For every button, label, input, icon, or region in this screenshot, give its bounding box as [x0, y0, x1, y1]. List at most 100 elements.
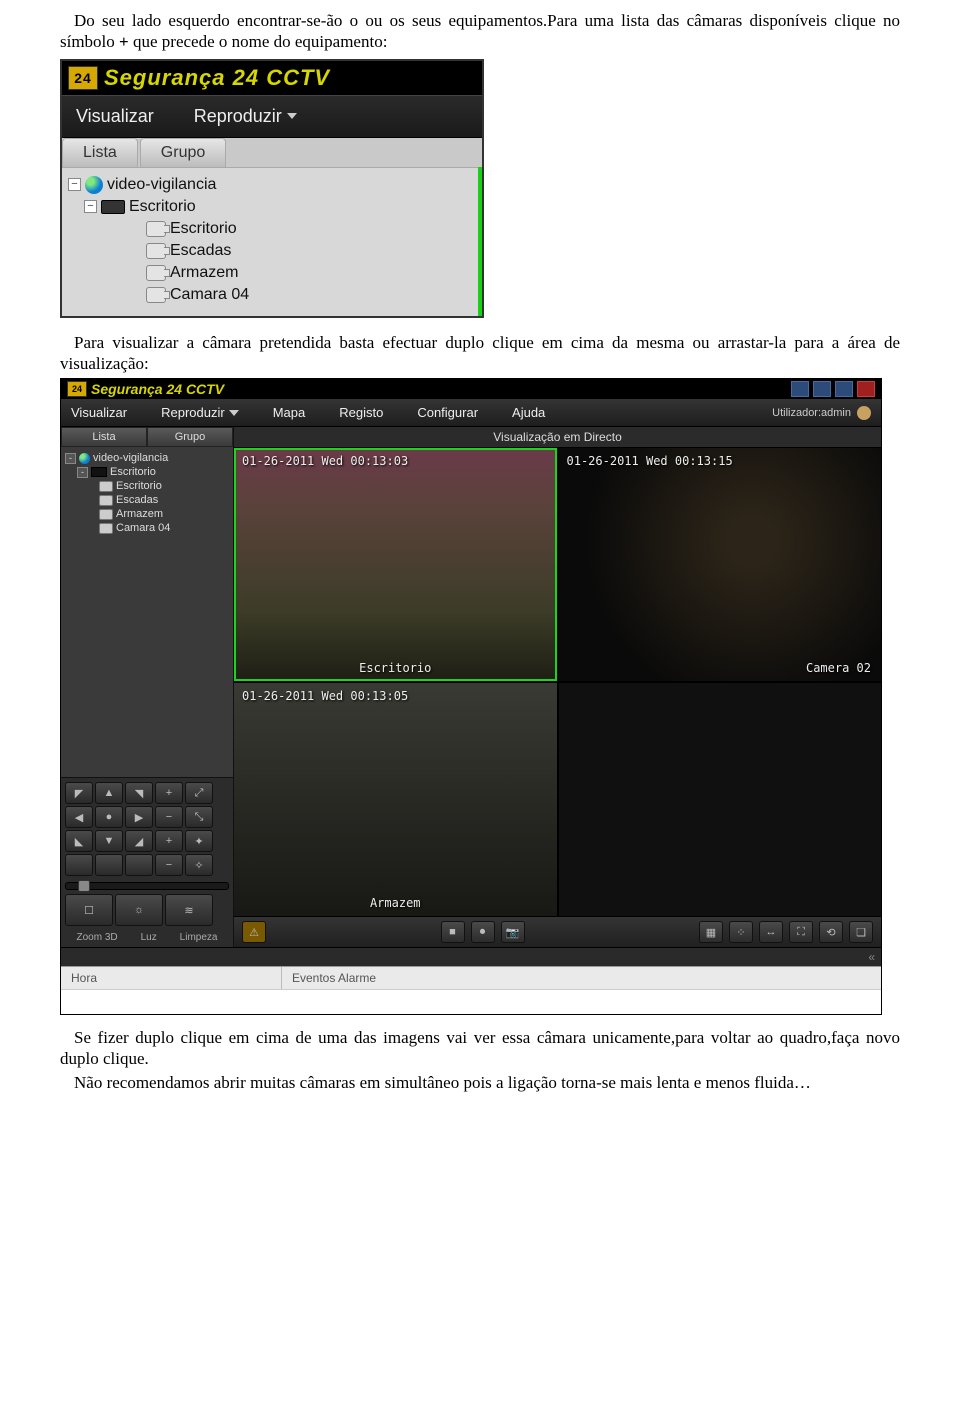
ptz-iris-open-icon[interactable]: ✦	[185, 830, 213, 852]
ptz-focus-near[interactable]: ⤡	[185, 806, 213, 828]
fig1-tabs: Lista Grupo	[62, 138, 482, 167]
tab-grupo[interactable]: Grupo	[140, 138, 226, 167]
tab-lista[interactable]: Lista	[62, 138, 138, 167]
fullscreen-button[interactable]: ⛶	[789, 921, 813, 943]
fig2-tree: - video-vigilancia - Escritorio Escritor…	[61, 447, 233, 777]
menu-visualizar[interactable]: Visualizar	[76, 106, 154, 127]
tree-dvr-row[interactable]: - Escritorio	[65, 465, 229, 479]
tree-cam-row[interactable]: Armazem	[65, 507, 229, 521]
menu-configurar[interactable]: Configurar	[417, 405, 478, 420]
expander-icon[interactable]: -	[65, 453, 76, 464]
ptz-center[interactable]: ●	[95, 806, 123, 828]
video-cell-3[interactable]: 01-26-2011 Wed 00:13:05 Armazem	[234, 683, 557, 916]
menu-reproduzir[interactable]: Reproduzir	[194, 106, 297, 127]
fig1-brand: Segurança 24 CCTV	[104, 65, 330, 91]
ptz-label: Luz	[141, 932, 157, 943]
layout-4-button[interactable]: ⁘	[729, 921, 753, 943]
sidetab-lista[interactable]: Lista	[61, 427, 147, 447]
sidetab-grupo[interactable]: Grupo	[147, 427, 233, 447]
ptz-down-right[interactable]: ◢	[125, 830, 153, 852]
ptz-zoom-out[interactable]: −	[155, 806, 183, 828]
tree-root-row[interactable]: − video-vigilancia	[68, 174, 476, 196]
tree-cam-row[interactable]: Camara 04	[68, 284, 476, 306]
ptz-grid: ◤ ▲ ◥ + ⤢ ◀ ● ▶ − ⤡ ◣ ▼ ◢ + ✦	[65, 782, 229, 876]
expander-icon[interactable]: -	[77, 467, 88, 478]
menu-visualizar[interactable]: Visualizar	[71, 405, 127, 420]
ptz-down[interactable]: ▼	[95, 830, 123, 852]
tree-root-row[interactable]: - video-vigilancia	[65, 451, 229, 465]
tree-cam-label: Escadas	[170, 242, 231, 260]
ptz-iris-open[interactable]: +	[155, 830, 183, 852]
layout-1-button[interactable]: ▦	[699, 921, 723, 943]
menu-reproduzir[interactable]: Reproduzir	[161, 405, 239, 420]
camera-label: Camera 02	[806, 661, 871, 675]
ptz-light-button[interactable]: ☼	[115, 894, 163, 926]
ptz-up[interactable]: ▲	[95, 782, 123, 804]
chevron-down-icon	[229, 410, 239, 416]
alert-icon[interactable]: ⚠	[242, 921, 266, 943]
menu-ajuda[interactable]: Ajuda	[512, 405, 545, 420]
expander-icon[interactable]: −	[68, 178, 81, 191]
tree-cam-row[interactable]: Armazem	[68, 262, 476, 284]
expand-toggle[interactable]: «	[61, 947, 881, 966]
tree-cam-label: Escritorio	[170, 220, 237, 238]
fig2-sidebar: Lista Grupo - video-vigilancia - Escrito…	[61, 427, 234, 947]
video-grid: 01-26-2011 Wed 00:13:03 Escritorio 01-26…	[234, 448, 881, 916]
stop-button[interactable]: ■	[441, 921, 465, 943]
record-button[interactable]: ⏺	[471, 921, 495, 943]
avatar-icon	[857, 406, 871, 420]
tree-root-label: video-vigilancia	[93, 452, 168, 464]
tree-cam-label: Camara 04	[170, 286, 249, 304]
ptz-blank	[95, 854, 123, 876]
main-title: Visualização em Directo	[234, 427, 881, 448]
fig1-titlebar: 24 Segurança 24 CCTV	[62, 61, 482, 95]
tree-cam-label: Armazem	[170, 264, 238, 282]
ptz-focus-far[interactable]: ⤢	[185, 782, 213, 804]
user-indicator: Utilizador:admin	[772, 406, 871, 420]
multiscreen-button[interactable]: ❏	[849, 921, 873, 943]
ptz-zoom3d-button[interactable]: ☐	[65, 894, 113, 926]
ptz-up-right[interactable]: ◥	[125, 782, 153, 804]
camera-icon	[146, 265, 166, 281]
active-edge	[478, 167, 482, 316]
video-cell-4[interactable]	[559, 683, 882, 916]
ptz-iris-close-icon[interactable]: ✧	[185, 854, 213, 876]
tree-cam-row[interactable]: Camara 04	[65, 521, 229, 535]
ptz-zoom-in[interactable]: +	[155, 782, 183, 804]
ptz-right[interactable]: ▶	[125, 806, 153, 828]
dvr-icon	[101, 200, 125, 214]
ptz-labels: Zoom 3D Luz Limpeza	[65, 932, 229, 943]
expander-icon[interactable]: −	[84, 200, 97, 213]
ptz-wiper-button[interactable]: ≋	[165, 894, 213, 926]
tree-cam-row[interactable]: Escritorio	[68, 218, 476, 240]
tree-dvr-label: Escritorio	[110, 466, 156, 478]
tree-cam-row[interactable]: Escadas	[65, 493, 229, 507]
tree-cam-row[interactable]: Escritorio	[65, 479, 229, 493]
window-buttons	[791, 381, 875, 397]
ptz-label: Zoom 3D	[76, 932, 117, 943]
minimize-icon[interactable]	[813, 381, 831, 397]
close-icon[interactable]	[857, 381, 875, 397]
ptz-label: Limpeza	[180, 932, 218, 943]
ptz-up-left[interactable]: ◤	[65, 782, 93, 804]
video-cell-2[interactable]: 01-26-2011 Wed 00:13:15 Camera 02	[559, 448, 882, 681]
tree-dvr-row[interactable]: − Escritorio	[68, 196, 476, 218]
snapshot-button[interactable]: 📷	[501, 921, 525, 943]
menu-mapa[interactable]: Mapa	[273, 405, 306, 420]
maximize-icon[interactable]	[835, 381, 853, 397]
paragraph-1b: que precede o nome do equipamento:	[129, 32, 388, 51]
menu-registo[interactable]: Registo	[339, 405, 383, 420]
layout-seq-button[interactable]: ↔	[759, 921, 783, 943]
lock-icon[interactable]	[791, 381, 809, 397]
refresh-button[interactable]: ⟲	[819, 921, 843, 943]
paragraph-1: Do seu lado esquerdo encontrar-se-ão o o…	[60, 10, 900, 53]
ptz-left[interactable]: ◀	[65, 806, 93, 828]
camera-label: Armazem	[370, 896, 421, 910]
ptz-iris-close[interactable]: −	[155, 854, 183, 876]
figure-2: 24 Segurança 24 CCTV Visualizar Reproduz…	[60, 378, 882, 1015]
video-cell-1[interactable]: 01-26-2011 Wed 00:13:03 Escritorio	[234, 448, 557, 681]
tree-cam-row[interactable]: Escadas	[68, 240, 476, 262]
fig1-menubar: Visualizar Reproduzir	[62, 95, 482, 138]
ptz-down-left[interactable]: ◣	[65, 830, 93, 852]
ptz-speed-slider[interactable]	[65, 882, 229, 890]
